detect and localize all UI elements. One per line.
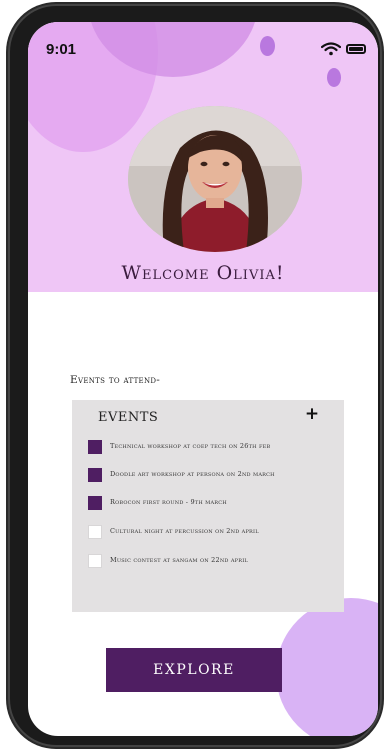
status-time: 9:01 <box>46 41 77 58</box>
events-panel: EVENTS + Technical workshop at coep tech… <box>72 400 344 612</box>
avatar <box>128 106 302 252</box>
event-item: Technical workshop at coep tech on 26th … <box>88 440 340 458</box>
event-item: Cultural night at percussion on 2nd apri… <box>88 525 340 543</box>
event-checkbox[interactable] <box>88 525 102 539</box>
event-checkbox[interactable] <box>88 440 102 454</box>
welcome-message: Welcome Olivia! <box>121 262 285 284</box>
app-screen: 9:01 Welcome Olivia! Events to attend- E… <box>28 22 378 736</box>
event-label: Cultural night at percussion on 2nd apri… <box>110 527 259 535</box>
event-label: Music contest at sangam on 22nd april <box>110 556 248 564</box>
event-item: Robocon first round - 9th march <box>88 496 340 514</box>
wifi-icon <box>321 42 341 56</box>
event-checkbox[interactable] <box>88 468 102 482</box>
decorative-dot <box>260 36 275 56</box>
event-checkbox[interactable] <box>88 554 102 568</box>
decorative-dot <box>327 68 341 87</box>
event-label: Doodle art workshop at persona on 2nd ma… <box>110 470 275 478</box>
event-item: Doodle art workshop at persona on 2nd ma… <box>88 468 340 486</box>
event-label: Technical workshop at coep tech on 26th … <box>110 442 271 450</box>
explore-button[interactable]: EXPLORE <box>106 648 282 692</box>
battery-icon <box>346 44 366 54</box>
events-panel-title: EVENTS <box>98 410 159 425</box>
event-checkbox[interactable] <box>88 496 102 510</box>
decorative-blob <box>276 598 378 736</box>
phone-frame: 9:01 Welcome Olivia! Events to attend- E… <box>8 4 382 747</box>
events-heading: Events to attend- <box>70 374 161 386</box>
add-event-button[interactable]: + <box>302 402 322 426</box>
avatar-photo <box>128 106 302 252</box>
event-label: Robocon first round - 9th march <box>110 498 227 506</box>
event-item: Music contest at sangam on 22nd april <box>88 554 340 572</box>
